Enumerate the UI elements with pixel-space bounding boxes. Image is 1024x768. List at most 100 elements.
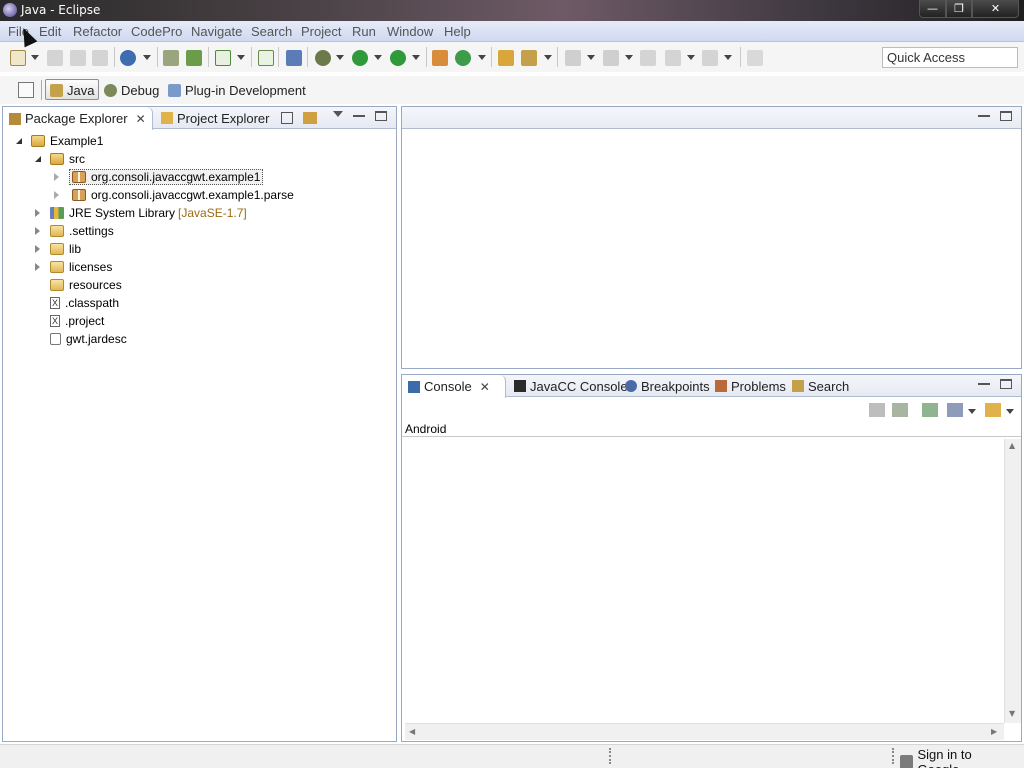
tree-item-classpath[interactable]: X .classpath bbox=[50, 294, 119, 312]
debug-dropdown-icon[interactable] bbox=[336, 55, 344, 60]
close-button[interactable]: ✕ bbox=[972, 0, 1019, 18]
tree-item-gwt-jardesc[interactable]: gwt.jardesc bbox=[50, 330, 127, 348]
android-lint-icon[interactable] bbox=[258, 50, 274, 66]
task-dropdown-icon[interactable] bbox=[237, 55, 245, 60]
menu-codepro[interactable]: CodePro bbox=[131, 24, 182, 39]
expand-icon[interactable] bbox=[32, 243, 44, 255]
maximize-view-icon[interactable] bbox=[1000, 379, 1012, 389]
expand-icon[interactable] bbox=[32, 207, 44, 219]
new-dropdown-icon[interactable] bbox=[31, 55, 39, 60]
save-icon[interactable] bbox=[47, 50, 63, 66]
new-class-dropdown-icon[interactable] bbox=[478, 55, 486, 60]
debug-icon[interactable] bbox=[315, 50, 331, 66]
open-type-icon[interactable] bbox=[498, 50, 514, 66]
forward-icon[interactable] bbox=[702, 50, 718, 66]
back-dropdown-icon[interactable] bbox=[687, 55, 695, 60]
menu-window[interactable]: Window bbox=[387, 24, 433, 39]
search-icon[interactable] bbox=[521, 50, 537, 66]
save-all-icon[interactable] bbox=[70, 50, 86, 66]
back-icon[interactable] bbox=[665, 50, 681, 66]
tree-item-example1[interactable]: Example1 bbox=[13, 132, 103, 150]
menu-run[interactable]: Run bbox=[352, 24, 376, 39]
tree-item-src[interactable]: src bbox=[32, 150, 85, 168]
google-sign-in[interactable]: Sign in to Google... bbox=[900, 747, 1024, 768]
scroll-up-icon[interactable]: ▲ bbox=[1009, 441, 1015, 450]
tab-javacc-console[interactable]: JavaCC Console bbox=[508, 375, 634, 397]
tab-search[interactable]: Search bbox=[786, 375, 855, 397]
collapse-icon[interactable] bbox=[32, 153, 44, 165]
run-icon[interactable] bbox=[352, 50, 368, 66]
run-external-tools-icon[interactable] bbox=[390, 50, 406, 66]
perspective-java-button[interactable]: Java bbox=[45, 79, 100, 100]
tree-item-lib[interactable]: lib bbox=[32, 240, 81, 258]
close-tab-icon[interactable]: ✕ bbox=[480, 380, 490, 394]
skip-breakpoints-icon[interactable] bbox=[286, 50, 302, 66]
clear-console-icon[interactable] bbox=[869, 403, 885, 417]
quick-access-input[interactable]: Quick Access bbox=[882, 47, 1018, 68]
menu-edit[interactable]: Edit bbox=[39, 24, 61, 39]
maximize-view-icon[interactable] bbox=[375, 111, 387, 121]
tab-package-explorer[interactable]: Package Explorer ✕ bbox=[3, 107, 153, 130]
scroll-left-icon[interactable]: ◀ bbox=[409, 727, 415, 736]
previous-annotation-icon[interactable] bbox=[603, 50, 619, 66]
last-edit-location-icon[interactable] bbox=[640, 50, 656, 66]
minimize-editor-icon[interactable] bbox=[978, 111, 990, 117]
tree-item-package-example1-parse[interactable]: org.consoli.javaccgwt.example1.parse bbox=[51, 186, 294, 204]
tab-breakpoints[interactable]: Breakpoints bbox=[619, 375, 716, 397]
new-java-class-icon[interactable] bbox=[455, 50, 471, 66]
google-dropdown-icon[interactable] bbox=[143, 55, 151, 60]
menu-navigate[interactable]: Navigate bbox=[191, 24, 242, 39]
menu-search[interactable]: Search bbox=[251, 24, 292, 39]
task-icon[interactable] bbox=[215, 50, 231, 66]
forward-dropdown-icon[interactable] bbox=[724, 55, 732, 60]
expand-icon[interactable] bbox=[51, 189, 63, 201]
tree-item-jre-library[interactable]: JRE System Library [JavaSE-1.7] bbox=[32, 204, 247, 222]
tab-project-explorer[interactable]: Project Explorer bbox=[155, 107, 275, 129]
minimize-button[interactable]: — bbox=[919, 0, 946, 18]
previous-annotation-dropdown-icon[interactable] bbox=[625, 55, 633, 60]
tree-item-project-file[interactable]: X .project bbox=[50, 312, 104, 330]
android-avd-icon[interactable] bbox=[186, 50, 202, 66]
next-annotation-icon[interactable] bbox=[565, 50, 581, 66]
menu-project[interactable]: Project bbox=[301, 24, 341, 39]
tree-item-licenses[interactable]: licenses bbox=[32, 258, 112, 276]
pin-console-icon[interactable] bbox=[922, 403, 938, 417]
maximize-editor-icon[interactable] bbox=[1000, 111, 1012, 121]
console-horizontal-scrollbar[interactable]: ◀ ▶ bbox=[405, 723, 1004, 740]
menu-refactor[interactable]: Refactor bbox=[73, 24, 122, 39]
close-tab-icon[interactable]: ✕ bbox=[136, 112, 146, 126]
next-annotation-dropdown-icon[interactable] bbox=[587, 55, 595, 60]
run-dropdown-icon[interactable] bbox=[374, 55, 382, 60]
pin-editor-icon[interactable] bbox=[747, 50, 763, 66]
google-services-icon[interactable] bbox=[120, 50, 136, 66]
perspective-debug-button[interactable]: Debug bbox=[100, 79, 163, 100]
scroll-down-icon[interactable]: ▼ bbox=[1009, 709, 1015, 718]
perspective-plugin-development-button[interactable]: Plug-in Development bbox=[164, 79, 310, 100]
editor-area[interactable] bbox=[401, 106, 1022, 369]
search-dropdown-icon[interactable] bbox=[544, 55, 552, 60]
expand-icon[interactable] bbox=[32, 261, 44, 273]
view-menu-icon[interactable] bbox=[333, 111, 343, 117]
display-console-dropdown-icon[interactable] bbox=[968, 409, 976, 414]
console-output[interactable] bbox=[405, 439, 1005, 724]
tree-item-settings[interactable]: .settings bbox=[32, 222, 114, 240]
open-console-dropdown-icon[interactable] bbox=[1006, 409, 1014, 414]
console-vertical-scrollbar[interactable]: ▲ ▼ bbox=[1004, 439, 1021, 723]
print-icon[interactable] bbox=[92, 50, 108, 66]
link-with-editor-icon[interactable] bbox=[303, 112, 317, 124]
open-perspective-icon[interactable] bbox=[18, 82, 34, 98]
new-icon[interactable] bbox=[10, 50, 26, 66]
collapse-icon[interactable] bbox=[13, 135, 25, 147]
tree-item-resources[interactable]: resources bbox=[50, 276, 122, 294]
minimize-view-icon[interactable] bbox=[978, 379, 990, 385]
maximize-button[interactable]: ❐ bbox=[946, 0, 972, 18]
scroll-lock-icon[interactable] bbox=[892, 403, 908, 417]
android-sdk-icon[interactable] bbox=[163, 50, 179, 66]
tab-problems[interactable]: Problems bbox=[709, 375, 792, 397]
collapse-all-icon[interactable] bbox=[281, 112, 293, 124]
expand-icon[interactable] bbox=[51, 171, 63, 183]
expand-icon[interactable] bbox=[32, 225, 44, 237]
open-console-icon[interactable] bbox=[985, 403, 1001, 417]
tab-console[interactable]: Console ✕ bbox=[402, 375, 506, 398]
menu-help[interactable]: Help bbox=[444, 24, 471, 39]
